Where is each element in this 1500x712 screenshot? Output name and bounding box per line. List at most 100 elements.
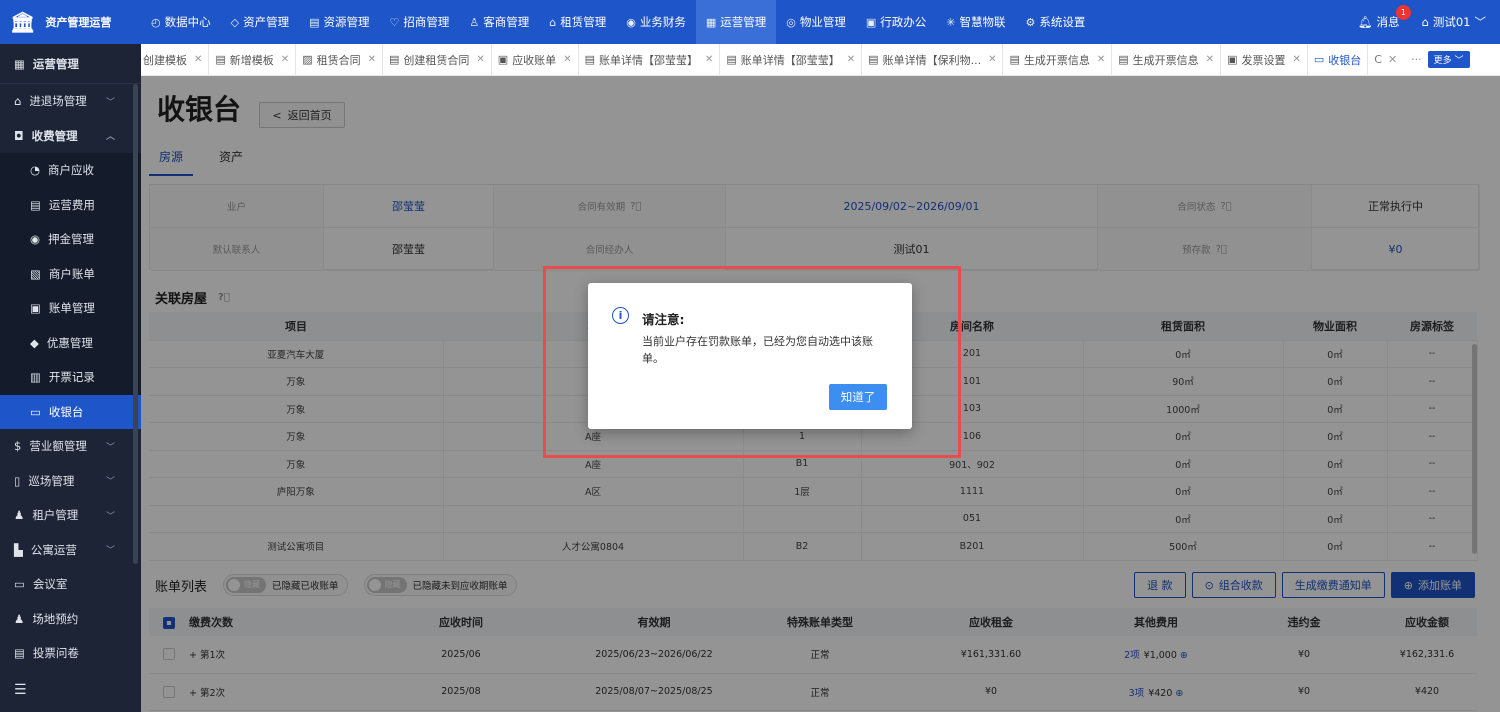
tab-icon: ▣	[1227, 53, 1238, 66]
tab-0[interactable]: 创建模板 ✕	[141, 44, 210, 75]
grid-icon: ▦	[14, 56, 25, 71]
tab-label: 租赁合同	[316, 53, 361, 67]
sidebar-item-11[interactable]: ▯ 巡场管理 ﹀	[0, 464, 141, 499]
menu-icon: ♟	[14, 508, 25, 523]
collapse-menu-icon[interactable]: ☰	[14, 682, 27, 698]
user-menu[interactable]: ⌂ 测试01 ﹀	[1422, 14, 1486, 30]
topnav-label: 数据中心	[164, 15, 211, 29]
sidebar: ▦ 运营管理 ⌂ 进退场管理 ﹀ ◘ 收费管理 ︿ ◔ 商户应收 ▤ 运营费用 ◉ 押金管理 ▧ 商户账单…	[0, 44, 141, 712]
topnav-item-3[interactable]: ♡ 招商管理	[379, 0, 459, 44]
refresh-icon[interactable]: C	[1374, 53, 1382, 66]
sidebar-head[interactable]: ▦ 运营管理	[0, 44, 141, 84]
tab-label: 账单详情【邵莹莹】	[598, 53, 698, 67]
menu-icon: ◘	[14, 128, 24, 143]
topnav-item-9[interactable]: ▣ 行政办公	[856, 0, 936, 44]
sidebar-scrollbar[interactable]	[133, 84, 138, 564]
sidebar-item-0[interactable]: ⌂ 进退场管理 ﹀	[0, 84, 141, 119]
topnav-item-0[interactable]: ◴ 数据中心	[141, 0, 221, 44]
sidebar-item-4[interactable]: ◉ 押金管理	[0, 222, 141, 257]
sidebar-item-label: 运营费用	[48, 197, 95, 212]
sidebar-item-3[interactable]: ▤ 运营费用	[0, 187, 141, 222]
sidebar-item-14[interactable]: ▭ 会议室	[0, 567, 141, 602]
sidebar-item-label: 投票问卷	[32, 646, 79, 661]
close-icon[interactable]: ✕	[705, 54, 713, 65]
dialog-title: 请注意:	[642, 312, 685, 327]
close-icon[interactable]: ✕	[368, 54, 376, 65]
tab-4[interactable]: ▣ 应收账单 ✕	[492, 44, 579, 75]
tab-6[interactable]: ▤ 账单详情【邵莹莹】 ✕	[720, 44, 863, 75]
close-icon[interactable]: ✕	[1206, 54, 1214, 65]
sidebar-item-label: 巡场管理	[28, 473, 75, 488]
sidebar-item-10[interactable]: $ 营业额管理 ﹀	[0, 429, 141, 464]
close-icon[interactable]: ✕	[194, 54, 202, 65]
tab-10[interactable]: ▣ 发票设置 ✕	[1221, 44, 1308, 75]
tab-1[interactable]: ▤ 新增模板 ✕	[209, 44, 297, 75]
sidebar-item-1[interactable]: ◘ 收费管理 ︿	[0, 119, 141, 154]
topnav-item-1[interactable]: ◇ 资产管理	[221, 0, 299, 44]
tab-9[interactable]: ▤ 生成开票信息 ✕	[1112, 44, 1222, 75]
more-tabs-button[interactable]: 更多 ﹀	[1427, 51, 1470, 68]
sidebar-item-label: 公寓运营	[30, 542, 77, 557]
topnav-item-8[interactable]: ◎ 物业管理	[776, 0, 856, 44]
menu-icon: ▧	[30, 266, 41, 281]
sidebar-item-7[interactable]: ◆ 优惠管理	[0, 325, 141, 360]
app-title: 资产管理运营	[45, 16, 112, 29]
chevron-down-icon: ﹀	[1474, 15, 1487, 29]
sidebar-item-label: 营业额管理	[29, 439, 87, 454]
sidebar-item-16[interactable]: ▤ 投票问卷	[0, 636, 141, 671]
menu-icon: ▣	[30, 301, 41, 316]
close-icon[interactable]: ✕	[988, 54, 996, 65]
nav-icon: ✳	[946, 15, 956, 29]
menu-icon: ⌂	[14, 94, 22, 109]
tab-7[interactable]: ▤ 账单详情【保利物... ✕	[862, 44, 1004, 75]
got-it-button[interactable]: 知道了	[829, 384, 887, 410]
tab-11[interactable]: ▭ 收银台	[1308, 44, 1369, 75]
menu-icon: ◔	[30, 163, 41, 178]
close-icon[interactable]: ✕	[1292, 54, 1300, 65]
sidebar-item-12[interactable]: ♟ 租户管理 ﹀	[0, 498, 141, 533]
more-dots-icon[interactable]: ···	[1411, 53, 1422, 66]
sidebar-item-13[interactable]: ▙ 公寓运营 ﹀	[0, 533, 141, 568]
topnav-item-5[interactable]: ⌂ 租赁管理	[539, 0, 616, 44]
tab-icon: ▤	[388, 53, 400, 66]
topnav-item-2[interactable]: ▤ 资源管理	[299, 0, 379, 44]
tab-8[interactable]: ▤ 生成开票信息 ✕	[1003, 44, 1113, 75]
menu-icon: ▭	[30, 404, 41, 419]
sidebar-item-label: 商户账单	[48, 266, 95, 281]
sidebar-item-15[interactable]: ♟ 场地预约	[0, 602, 141, 637]
topnav-item-4[interactable]: ♙ 客商管理	[459, 0, 539, 44]
tab-5[interactable]: ▤ 账单详情【邵莹莹】 ✕	[579, 44, 721, 75]
nav-icon: ♡	[389, 15, 400, 29]
tab-3[interactable]: ▤ 创建租赁合同 ✕	[383, 44, 492, 75]
tab-2[interactable]: ▨ 租赁合同 ✕	[296, 44, 383, 75]
tab-label: 收银台	[1328, 53, 1362, 67]
messages-button[interactable]: 🔔︎ 消息 1	[1358, 5, 1411, 30]
nav-icon: ◎	[786, 15, 796, 29]
chevron-icon: ﹀	[105, 477, 115, 488]
topnav-item-11[interactable]: ⚙ 系统设置	[1015, 0, 1095, 44]
sidebar-item-8[interactable]: ▥ 开票记录	[0, 360, 141, 395]
sidebar-item-9[interactable]: ▭ 收银台	[0, 394, 141, 429]
info-icon: i	[612, 307, 629, 324]
tab-icon: ▨	[302, 53, 313, 66]
nav-icon: ▦	[705, 15, 717, 29]
close-icon[interactable]: ✕	[563, 54, 571, 65]
sidebar-item-label: 场地预约	[32, 611, 79, 626]
topnav-item-10[interactable]: ✳ 智慧物联	[936, 0, 1015, 44]
sidebar-item-6[interactable]: ▣ 账单管理	[0, 291, 141, 326]
close-icon[interactable]: ✕	[847, 54, 855, 65]
close-icon[interactable]: ✕	[1097, 54, 1105, 65]
nav-icon: ◴	[151, 15, 161, 29]
sidebar-item-2[interactable]: ◔ 商户应收	[0, 153, 141, 188]
tab-close-icon[interactable]: ✕	[1388, 53, 1397, 66]
close-icon[interactable]: ✕	[476, 54, 484, 65]
close-icon[interactable]: ✕	[281, 54, 289, 65]
topnav-item-7[interactable]: ▦ 运营管理	[695, 0, 777, 44]
sidebar-item-5[interactable]: ▧ 商户账单	[0, 256, 141, 291]
nav-icon: ▤	[309, 15, 320, 29]
topnav-item-6[interactable]: ◉ 业务财务	[616, 0, 696, 44]
app-logo[interactable]: 🏛 资产管理运营	[0, 0, 141, 44]
topnav-label: 业务财务	[639, 15, 686, 29]
topnav-label: 系统设置	[1039, 15, 1086, 29]
sidebar-head-label: 运营管理	[32, 56, 79, 71]
